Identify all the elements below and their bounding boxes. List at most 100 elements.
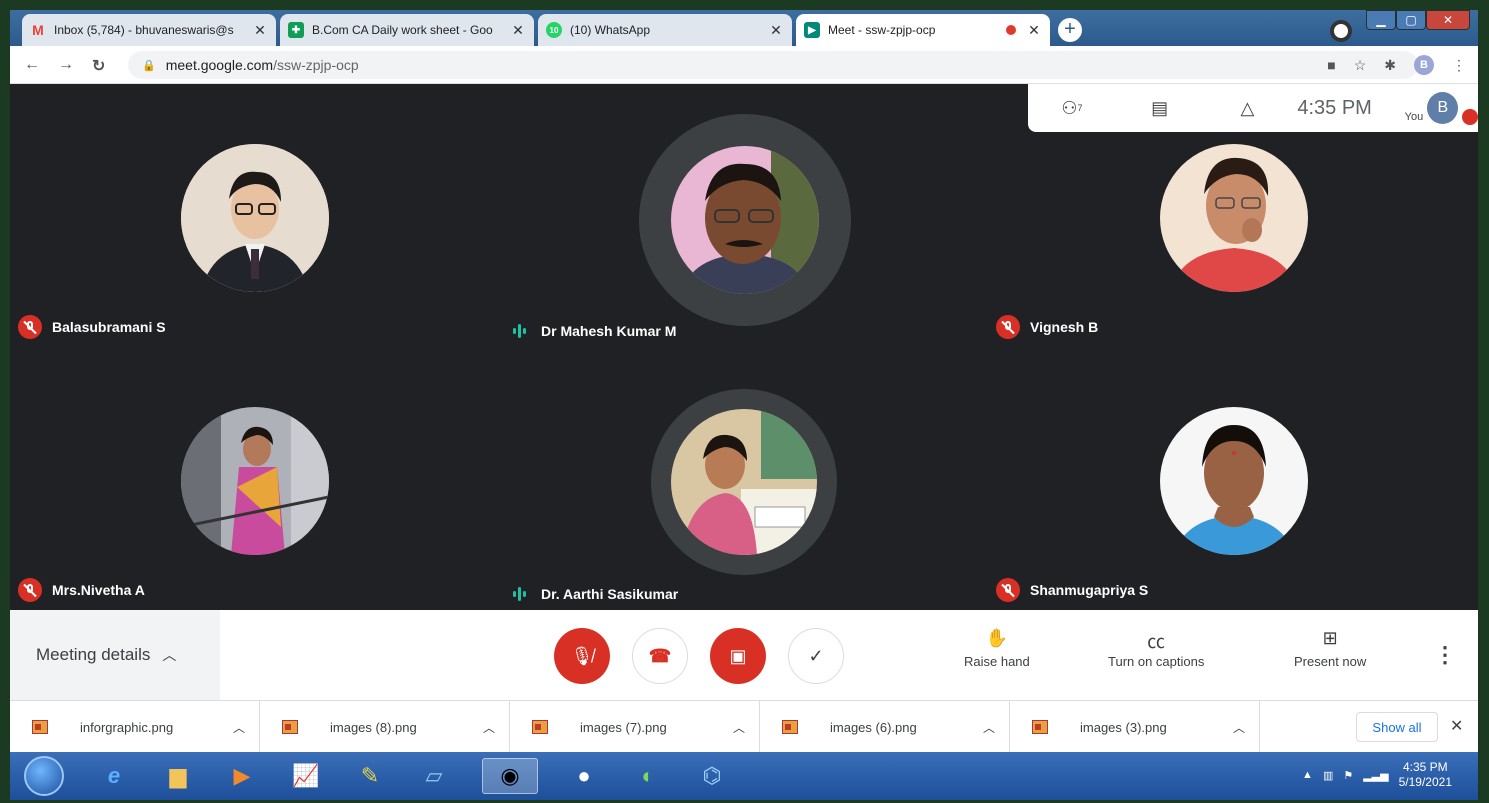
participant-tile[interactable]: Shanmugapriya S — [988, 347, 1477, 610]
signal-icon[interactable]: ▂▃▅ — [1363, 769, 1388, 782]
participant-tile[interactable]: Mrs.Nivetha A — [10, 347, 499, 610]
close-window-button[interactable]: ✕ — [1426, 10, 1470, 30]
address-host: meet.google.com — [165, 57, 274, 73]
participant-tile[interactable]: Dr. Aarthi Sasikumar — [499, 347, 988, 610]
eclipse-icon[interactable]: ● — [556, 758, 612, 794]
close-icon[interactable]: ✕ — [252, 22, 268, 39]
close-icon[interactable]: ✕ — [1026, 22, 1042, 39]
meet-icon: ▶ — [804, 22, 820, 38]
spring-tool-icon[interactable]: ◐ — [620, 758, 676, 794]
captions-button[interactable]: ㏄ Turn on captions — [1108, 628, 1204, 669]
media-player-icon[interactable]: ▶ — [214, 758, 270, 794]
chevron-up-icon[interactable]: ︿ — [719, 719, 759, 736]
extensions-icon[interactable]: ✱ — [1384, 57, 1396, 74]
present-now-button[interactable]: ⊞ Present now — [1294, 628, 1366, 669]
activities-icon[interactable]: △ — [1204, 98, 1292, 119]
camera-icon[interactable]: ■ — [1327, 57, 1335, 73]
participant-name: Dr Mahesh Kumar M — [507, 323, 676, 339]
chrome-icon[interactable]: ◉ — [482, 758, 538, 794]
tab-title: (10) WhatsApp — [570, 23, 651, 37]
chevron-up-icon[interactable]: ︿ — [969, 719, 1009, 736]
raise-hand-button[interactable]: ✋ Raise hand — [964, 628, 1030, 669]
system-tray: ▲ ▥ ⚑ ▂▃▅ 4:35 PM 5/19/2021 — [1302, 760, 1452, 790]
task-manager-icon[interactable]: 📈 — [278, 758, 334, 794]
participant-avatar — [1160, 407, 1308, 555]
taskbar-time: 4:35 PM — [1402, 760, 1448, 774]
mic-off-icon — [1462, 109, 1478, 125]
download-item[interactable]: images (3).png ︿ — [1010, 701, 1260, 753]
meeting-details-button[interactable]: Meeting details ︿ — [10, 610, 220, 700]
download-item[interactable]: images (8).png ︿ — [260, 701, 510, 753]
browser-toolbar: ← → ↻ 🔒 meet.google.com/ssw-zpjp-ocp ■ ☆… — [10, 46, 1478, 84]
forward-icon[interactable]: → — [58, 56, 74, 74]
maximize-button[interactable]: ▢ — [1396, 10, 1426, 30]
chevron-up-icon[interactable]: ︿ — [469, 719, 509, 736]
you-label: You — [1404, 111, 1424, 123]
tab-gmail[interactable]: M Inbox (5,784) - bhuvaneswaris@s ✕ — [22, 14, 276, 46]
more-options-icon[interactable]: ⋮ — [1434, 642, 1456, 668]
camera-off-icon: ▣ — [729, 645, 747, 666]
usb-icon[interactable]: ▥ — [1323, 769, 1333, 782]
mic-off-icon — [996, 315, 1020, 339]
tab-strip: M Inbox (5,784) - bhuvaneswaris@s ✕ ✚ B.… — [10, 10, 1478, 46]
person-photo-icon — [1160, 407, 1308, 555]
people-icon[interactable]: ⚇ 7 — [1028, 98, 1116, 119]
mic-off-icon — [996, 578, 1020, 602]
participant-tile[interactable]: Dr Mahesh Kumar M — [499, 84, 988, 347]
taskbar-clock[interactable]: 4:35 PM 5/19/2021 — [1399, 760, 1452, 790]
notepad-icon[interactable]: ▱ — [406, 758, 462, 794]
chat-icon[interactable]: ▤ — [1116, 98, 1204, 119]
close-icon[interactable]: ✕ — [510, 22, 526, 39]
file-explorer-icon[interactable]: ▆ — [150, 758, 206, 794]
internet-explorer-icon[interactable]: e — [86, 758, 142, 794]
gmail-icon: M — [32, 22, 44, 38]
network-tool-icon[interactable]: ⌬ — [684, 758, 740, 794]
participant-label: Mrs.Nivetha A — [52, 582, 145, 598]
chevron-up-icon[interactable]: ︿ — [219, 719, 259, 736]
meeting-details-label: Meeting details — [36, 645, 151, 664]
download-item[interactable]: images (7).png ︿ — [510, 701, 760, 753]
download-name: images (8).png — [330, 719, 417, 735]
tab-whatsapp[interactable]: 10 (10) WhatsApp ✕ — [538, 14, 792, 46]
address-bar[interactable]: 🔒 meet.google.com/ssw-zpjp-ocp — [128, 51, 1418, 79]
participant-label: Dr. Aarthi Sasikumar — [541, 586, 679, 602]
reload-icon[interactable]: ↻ — [92, 56, 105, 76]
paint-icon[interactable]: ✎ — [342, 758, 398, 794]
camera-toggle-button[interactable]: ▣ — [710, 628, 766, 684]
participant-name: Balasubramani S — [18, 315, 166, 339]
close-icon[interactable]: ✕ — [1450, 716, 1463, 736]
show-all-button[interactable]: Show all — [1356, 712, 1438, 742]
mic-toggle-button[interactable]: 🎙︎̸ — [554, 628, 610, 684]
leave-call-button[interactable]: ☎ — [632, 628, 688, 684]
participant-tile[interactable]: Balasubramani S — [10, 84, 499, 347]
check-button[interactable]: ✓ — [788, 628, 844, 684]
bookmark-star-icon[interactable]: ☆ — [1354, 57, 1367, 74]
profile-avatar[interactable]: B — [1414, 55, 1434, 75]
download-item[interactable]: inforgraphic.png ︿ — [10, 701, 260, 753]
taskbar-date: 5/19/2021 — [1398, 775, 1452, 789]
menu-icon[interactable]: ⋮ — [1452, 57, 1466, 74]
you-avatar[interactable]: B — [1427, 92, 1459, 124]
chevron-up-icon[interactable]: ︿ — [1219, 719, 1259, 736]
participant-avatar — [181, 407, 329, 555]
tab-search-icon[interactable] — [1330, 20, 1352, 42]
present-icon: ⊞ — [1322, 628, 1338, 648]
action-center-icon[interactable]: ⚑ — [1343, 769, 1353, 782]
image-file-icon — [282, 720, 298, 734]
checkmark-icon: ✓ — [808, 645, 824, 666]
tab-meet[interactable]: ▶ Meet - ssw-zpjp-ocp ✕ — [796, 14, 1050, 46]
download-item[interactable]: images (6).png ︿ — [760, 701, 1010, 753]
sheets-icon: ✚ — [288, 22, 304, 38]
close-icon[interactable]: ✕ — [768, 22, 784, 39]
back-icon[interactable]: ← — [24, 56, 40, 74]
meeting-stage: Balasubramani S Dr Mahesh Kumar M Vignes… — [10, 84, 1478, 610]
captions-icon: ㏄ — [1147, 632, 1166, 652]
new-tab-button[interactable]: + — [1058, 18, 1082, 42]
start-button[interactable] — [24, 756, 64, 796]
tray-expand-icon[interactable]: ▲ — [1302, 769, 1313, 781]
tab-sheets[interactable]: ✚ B.Com CA Daily work sheet - Goo ✕ — [280, 14, 534, 46]
phone-hangup-icon: ☎ — [648, 645, 672, 666]
lock-icon: 🔒 — [142, 59, 156, 72]
minimize-button[interactable]: ▁ — [1366, 10, 1396, 30]
participant-name: Shanmugapriya S — [996, 578, 1148, 602]
